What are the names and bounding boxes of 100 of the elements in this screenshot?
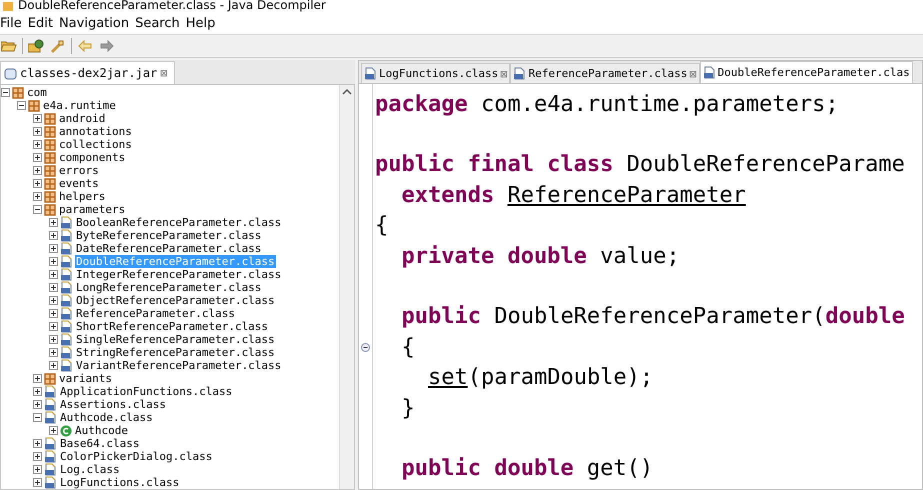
class-file-icon	[60, 307, 73, 320]
close-icon[interactable]: ⊠	[689, 66, 697, 80]
tree-item[interactable]: Authcode	[74, 424, 129, 437]
package-icon	[44, 178, 56, 190]
open-type-button[interactable]	[27, 37, 45, 55]
expand-icon[interactable]	[49, 335, 58, 344]
tree-item[interactable]: android	[58, 112, 106, 125]
tree-item[interactable]: Log.class	[59, 463, 121, 476]
tree-item[interactable]: StringReferenceParameter.class	[75, 346, 276, 359]
editor-tab[interactable]: ReferenceParameter.class ⊠	[510, 63, 700, 83]
expand-icon[interactable]	[49, 426, 58, 435]
tree-item[interactable]: ShortReferenceParameter.class	[75, 320, 270, 333]
tree-item[interactable]: ReferenceParameter.class	[75, 307, 236, 320]
tab-label: classes-dex2jar.jar	[20, 66, 158, 80]
collapse-icon[interactable]	[33, 205, 42, 214]
expand-icon[interactable]	[49, 231, 58, 240]
class-file-icon	[513, 67, 526, 80]
code-line: {	[375, 212, 390, 240]
tree-item[interactable]: LongReferenceParameter.class	[75, 281, 262, 294]
collapse-icon[interactable]	[17, 101, 26, 110]
tree-item[interactable]: components	[58, 151, 126, 164]
tree-item[interactable]: ByteReferenceParameter.class	[75, 229, 262, 242]
class-file-icon	[60, 294, 73, 307]
tree-item[interactable]: Authcode.class	[59, 411, 154, 424]
tree-item[interactable]: collections	[58, 138, 133, 151]
class-file-icon	[44, 450, 57, 463]
expand-icon[interactable]	[49, 361, 58, 370]
collapse-icon[interactable]	[33, 413, 42, 422]
class-file-icon	[60, 268, 73, 281]
tree-item[interactable]: ObjectReferenceParameter.class	[75, 294, 276, 307]
jar-tab[interactable]: classes-dex2jar.jar ⊠	[0, 61, 175, 84]
editor-tab[interactable]: DoubleReferenceParameter.clas	[700, 61, 913, 83]
expand-icon[interactable]	[33, 478, 42, 487]
package-icon	[44, 112, 56, 124]
tree-item[interactable]: SingleReferenceParameter.class	[75, 333, 276, 346]
tree-item[interactable]: BooleanReferenceParameter.class	[75, 216, 282, 229]
code-line: private double value;	[400, 242, 681, 271]
expand-icon[interactable]	[33, 452, 42, 461]
expand-icon[interactable]	[49, 296, 58, 305]
close-icon[interactable]: ⊠	[160, 66, 168, 80]
expand-icon[interactable]	[33, 387, 42, 396]
tree-item[interactable]: com	[26, 86, 48, 99]
package-icon	[44, 152, 56, 164]
tree-item[interactable]: ApplicationFunctions.class	[59, 385, 234, 398]
tree-item[interactable]: e4a.runtime	[42, 99, 117, 112]
class-icon	[60, 424, 72, 436]
class-file-icon	[44, 398, 57, 411]
menu-item[interactable]: Search	[135, 16, 180, 30]
expand-icon[interactable]	[33, 439, 42, 448]
editor-tab[interactable]: LogFunctions.class ⊠	[361, 63, 510, 83]
tree-item[interactable]: helpers	[58, 190, 106, 203]
tree-item[interactable]: annotations	[58, 125, 133, 138]
expand-icon[interactable]	[49, 283, 58, 292]
forward-button[interactable]	[98, 37, 116, 55]
tree-item[interactable]: IntegerReferenceParameter.class	[75, 268, 282, 281]
menu-item[interactable]: Help	[186, 16, 216, 30]
close-icon[interactable]: ⊠	[500, 66, 508, 80]
expand-icon[interactable]	[33, 400, 42, 409]
expand-icon[interactable]	[49, 257, 58, 266]
menu-item[interactable]: File	[0, 16, 22, 30]
tree-item[interactable]: DateReferenceParameter.class	[75, 242, 262, 255]
code-line: set(paramDouble);	[426, 364, 654, 392]
tree-item[interactable]: VariantReferenceParameter.class	[75, 359, 282, 372]
package-icon	[44, 126, 56, 138]
expand-icon[interactable]	[33, 127, 42, 136]
expand-icon[interactable]	[33, 153, 42, 162]
menu-item[interactable]: Navigation	[58, 16, 130, 30]
expand-icon[interactable]	[33, 114, 42, 123]
class-file-icon	[60, 229, 73, 242]
tree-item[interactable]: ColorPickerDialog.class	[59, 450, 214, 463]
expand-icon[interactable]	[49, 270, 58, 279]
expand-icon[interactable]	[49, 309, 58, 318]
scrollbar[interactable]	[339, 85, 354, 489]
expand-icon[interactable]	[33, 374, 42, 383]
expand-icon[interactable]	[49, 348, 58, 357]
tree-item[interactable]: variants	[58, 372, 113, 385]
expand-icon[interactable]	[49, 218, 58, 227]
tree-item[interactable]: errors	[58, 164, 100, 177]
collapse-icon[interactable]	[1, 88, 10, 97]
expand-icon[interactable]	[33, 465, 42, 474]
class-file-icon	[60, 216, 73, 229]
tree-item[interactable]: parameters	[58, 203, 126, 216]
class-file-icon	[60, 359, 73, 372]
code-line: {	[400, 334, 416, 362]
expand-icon[interactable]	[33, 179, 42, 188]
expand-icon[interactable]	[33, 192, 42, 201]
expand-icon[interactable]	[33, 166, 42, 175]
class-file-icon	[60, 242, 73, 255]
tree-item[interactable]: events	[58, 177, 100, 190]
expand-icon[interactable]	[49, 244, 58, 253]
package-icon	[44, 190, 56, 202]
tree-item[interactable]: Base64.class	[59, 437, 140, 450]
tree-item[interactable]: LogFunctions.class	[59, 476, 180, 489]
expand-icon[interactable]	[33, 140, 42, 149]
tree-item[interactable]: Assertions.class	[59, 398, 167, 411]
package-icon	[28, 100, 40, 112]
fold-icon[interactable]	[361, 342, 370, 352]
expand-icon[interactable]	[49, 322, 58, 331]
class-file-icon	[702, 66, 716, 79]
menu-item[interactable]: Edit	[28, 16, 53, 30]
